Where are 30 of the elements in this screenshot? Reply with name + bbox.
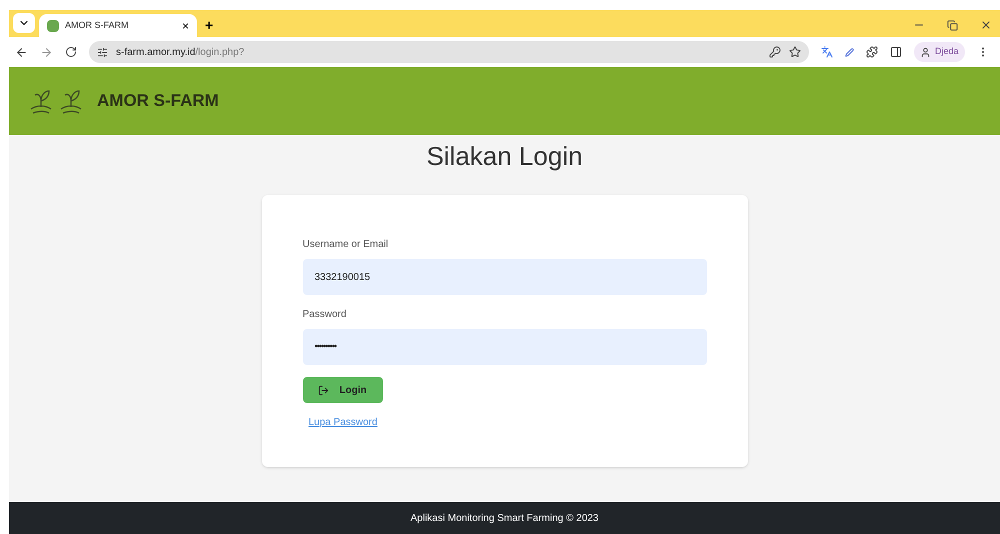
close-icon [980, 19, 992, 31]
reload-icon [65, 46, 77, 58]
field-label: Password [302, 308, 348, 322]
key-icon [769, 46, 781, 58]
translate-icon [821, 46, 833, 58]
avatar-icon [920, 46, 931, 58]
page-title: Silakan Login [426, 140, 583, 173]
browser-tab[interactable]: AMOR S-FARM × [39, 14, 197, 37]
profile-button[interactable]: Djeda [914, 42, 965, 62]
pen-icon [845, 48, 854, 56]
logout-icon [318, 384, 330, 396]
forward-icon [40, 46, 53, 58]
url-text: s-farm.amor.my.id/login.php? [116, 46, 246, 60]
footer: Aplikasi Monitoring Smart Farming © 2023 [9, 502, 1000, 534]
back-icon [15, 46, 28, 58]
close-button[interactable]: × [182, 20, 189, 32]
site-info-icon [97, 46, 108, 58]
login-button[interactable]: Login [302, 377, 382, 403]
brand-name: AMOR S-FARM [97, 90, 219, 112]
restore-icon [947, 20, 958, 30]
star-icon [789, 46, 801, 58]
input-field[interactable]: •••••••••• [302, 329, 706, 365]
tab-list-button[interactable] [13, 13, 35, 33]
input-field[interactable]: 3332190015 [302, 259, 706, 295]
side-panel-icon [890, 46, 902, 58]
new-tab-button[interactable]: + [205, 18, 214, 32]
address-bar[interactable]: s-farm.amor.my.id/login.php? [89, 41, 809, 63]
extensions-icon [866, 46, 878, 58]
tab-title: AMOR S-FARM [65, 18, 130, 32]
field-label: Username or Email [302, 238, 390, 252]
